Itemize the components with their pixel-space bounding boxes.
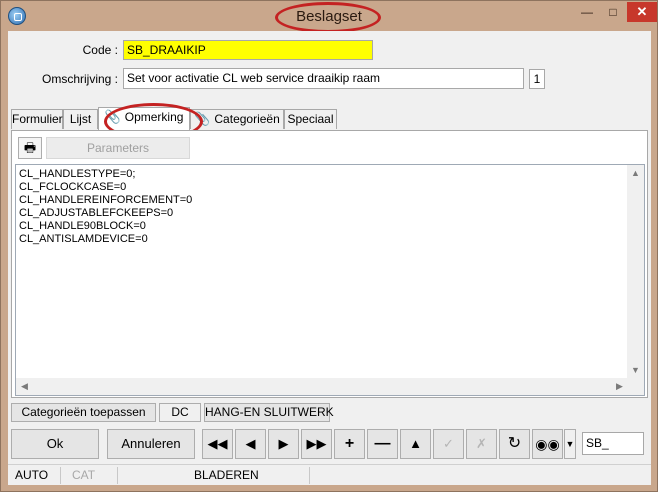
hang-sluitwerk-button[interactable]: HANG-EN SLUITWERK	[204, 403, 334, 422]
first-icon[interactable]: ◀◀	[202, 429, 233, 459]
dropdown-icon[interactable]: ▼	[564, 429, 576, 459]
apply-categories-button[interactable]: Categorieën toepassen	[11, 403, 156, 422]
code-field[interactable]: SB_DRAAIKIP	[123, 40, 373, 60]
last-icon[interactable]: ▶▶	[301, 429, 332, 459]
title-bar: Beslagset — □ ✕	[1, 1, 657, 33]
scroll-right-icon[interactable]: ▶	[611, 378, 628, 395]
scroll-left-icon[interactable]: ◀	[16, 378, 33, 395]
memo-line: CL_HANDLE90BLOCK=0	[19, 220, 146, 232]
memo-textarea[interactable]: CL_HANDLESTYPE=0; CL_FCLOCKCASE=0 CL_HAN…	[15, 164, 645, 396]
scroll-down-icon[interactable]: ▼	[627, 362, 644, 379]
minimize-icon[interactable]: —	[574, 2, 600, 22]
code-label: Code :	[82, 43, 118, 57]
close-icon[interactable]: ✕	[627, 2, 657, 22]
prev-icon[interactable]: ◀	[235, 429, 266, 459]
tab-categorieen[interactable]: 📎 Categorieën	[190, 109, 284, 129]
binoculars-icon[interactable]: ◉◉	[532, 429, 563, 459]
cancel-button[interactable]: Annuleren	[107, 429, 195, 459]
up-icon[interactable]: ▲	[400, 429, 431, 459]
status-mode: AUTO	[11, 467, 61, 484]
tab-formulier[interactable]: Formulier	[11, 109, 63, 129]
plus-icon[interactable]: +	[334, 429, 365, 459]
scroll-up-icon[interactable]: ▲	[627, 165, 644, 182]
tab-speciaal[interactable]: Speciaal	[284, 109, 337, 129]
opmerking-panel: 🖶 Parameters CL_HANDLESTYPE=0; CL_FCLOCK…	[11, 130, 648, 398]
scroll-corner	[627, 378, 644, 395]
tab-lijst[interactable]: Lijst	[63, 109, 98, 129]
ok-button[interactable]: Ok	[11, 429, 99, 459]
vertical-scrollbar[interactable]: ▲ ▼	[627, 165, 644, 379]
status-cat: CAT	[68, 467, 118, 484]
cross-icon: ✗	[466, 429, 497, 459]
client-area: Code : SB_DRAAIKIP Omschrijving : Set vo…	[8, 31, 651, 485]
minus-icon[interactable]: —	[367, 429, 398, 459]
window-frame: Beslagset — □ ✕ Code : SB_DRAAIKIP Omsch…	[0, 0, 658, 492]
omschrijving-label: Omschrijving :	[41, 72, 118, 86]
maximize-icon[interactable]: □	[600, 2, 626, 22]
memo-line: CL_HANDLESTYPE=0;	[19, 168, 136, 180]
memo-line: CL_ADJUSTABLEFCKEEPS=0	[19, 207, 174, 219]
memo-line: CL_FCLOCKCASE=0	[19, 181, 127, 193]
refresh-icon[interactable]: ↻	[499, 429, 530, 459]
omschrijving-field[interactable]: Set voor activatie CL web service draaik…	[123, 68, 524, 89]
status-state: BLADEREN	[190, 467, 310, 484]
search-field[interactable]: SB_	[582, 432, 644, 455]
title-highlight-oval	[275, 2, 381, 33]
next-icon[interactable]: ▶	[268, 429, 299, 459]
horizontal-scrollbar[interactable]: ◀ ▶	[16, 378, 628, 395]
printer-icon: 🖶	[23, 140, 37, 155]
memo-line: CL_HANDLEREINFORCEMENT=0	[19, 194, 193, 206]
check-icon: ✓	[433, 429, 464, 459]
parameters-button[interactable]: Parameters	[46, 137, 190, 159]
memo-content: CL_HANDLESTYPE=0; CL_FCLOCKCASE=0 CL_HAN…	[19, 168, 619, 246]
dc-field[interactable]: DC	[159, 403, 201, 422]
status-bar: AUTO CAT BLADEREN	[8, 464, 651, 485]
counter-field: 1	[529, 69, 545, 89]
print-button[interactable]: 🖶	[18, 137, 42, 159]
memo-line: CL_ANTISLAMDEVICE=0	[19, 233, 148, 245]
